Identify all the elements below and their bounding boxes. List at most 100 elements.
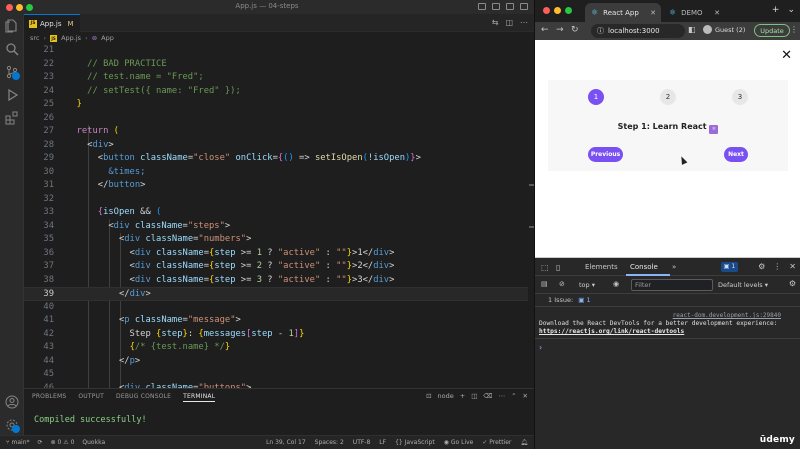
prettier-indicator[interactable]: ✓ Prettier [482, 439, 511, 446]
tab-search-icon[interactable]: ⌄ [787, 5, 795, 15]
code-line[interactable]: 21 [24, 44, 528, 58]
settings-gear-icon[interactable]: ⚙ [758, 262, 765, 271]
issues-bar[interactable]: 1 Issue: ▣ 1 [535, 294, 800, 307]
split-editor-icon[interactable]: ◫ [505, 18, 513, 27]
issues-chip[interactable]: ▣ 1 [578, 296, 590, 304]
code-line[interactable]: 30 &times; [24, 166, 528, 180]
more-options-icon[interactable]: ⋮ [773, 262, 781, 271]
tab-debug-console[interactable]: DEBUG CONSOLE [116, 393, 171, 402]
close-tab-icon[interactable]: ✕ [650, 9, 656, 17]
close-panel-icon[interactable]: ✕ [523, 392, 528, 400]
cursor-position[interactable]: Ln 39, Col 17 [266, 439, 306, 446]
previous-button[interactable]: Previous [588, 147, 623, 162]
next-button[interactable]: Next [724, 147, 748, 162]
breadcrumb-file[interactable]: App.js [61, 34, 81, 42]
run-debug-icon[interactable] [4, 87, 20, 103]
tab-output[interactable]: OUTPUT [78, 393, 104, 402]
breadcrumb-symbol[interactable]: App [101, 34, 114, 42]
sync-icon[interactable]: ⟳ [38, 439, 43, 446]
explorer-icon[interactable] [4, 18, 20, 34]
code-line[interactable]: 41 <p className="message"> [24, 314, 528, 328]
source-control-icon[interactable] [4, 64, 20, 80]
maximize-panel-icon[interactable]: ⌃ [511, 392, 516, 400]
new-terminal-icon[interactable]: + [460, 392, 465, 400]
more-actions-icon[interactable]: ⋯ [520, 18, 528, 27]
toggle-panel-icon[interactable] [492, 3, 500, 10]
close-window-button[interactable] [543, 7, 550, 14]
code-line[interactable]: 40 [24, 301, 528, 315]
minimize-window-button[interactable] [554, 7, 561, 14]
code-line[interactable]: 31 </button> [24, 179, 528, 193]
terminal-name[interactable]: node [438, 392, 454, 400]
more-menu-icon[interactable]: ⋮ [790, 25, 798, 34]
branch-indicator[interactable]: ⑂ main* [6, 439, 30, 446]
code-line[interactable]: 36 <div className={step >= 1 ? "active" … [24, 247, 528, 261]
breadcrumb-src[interactable]: src [30, 34, 40, 42]
console-filter-input[interactable]: Filter [631, 279, 713, 291]
side-panel-icon[interactable]: ◧ [688, 25, 696, 34]
tab-react-app[interactable]: ⚛ React App ✕ [585, 3, 661, 22]
toggle-sidebar-icon[interactable] [478, 3, 486, 10]
code-line[interactable]: 45 [24, 368, 528, 382]
code-line[interactable]: 25 } [24, 98, 528, 112]
reload-icon[interactable]: ↻ [571, 25, 579, 35]
split-terminal-icon[interactable]: ◫ [471, 392, 477, 400]
tab-problems[interactable]: PROBLEMS [32, 393, 66, 402]
notifications-icon[interactable]: 🔔︎ [520, 439, 528, 446]
close-devtools-icon[interactable]: ✕ [789, 262, 796, 271]
code-line[interactable]: 27 return ( [24, 125, 528, 139]
code-line[interactable]: 42 Step {step}: {messages[step - 1]} [24, 328, 528, 342]
tab-demo[interactable]: ⚛ DEMO ✕ [665, 3, 725, 22]
customize-layout-icon[interactable] [520, 3, 528, 10]
code-line[interactable]: 43 {/* {test.name} */} [24, 341, 528, 355]
trash-icon[interactable]: ⌫ [483, 392, 492, 400]
code-line[interactable]: 37 <div className={step >= 2 ? "active" … [24, 260, 528, 274]
tab-app-js[interactable]: JS App.js M [24, 14, 80, 32]
line-ending[interactable]: LF [379, 439, 386, 446]
indentation[interactable]: Spaces: 2 [315, 439, 344, 446]
address-bar[interactable]: ⓘ localhost:3000 [591, 24, 685, 38]
quokka-indicator[interactable]: Quokka [82, 439, 105, 446]
more-icon[interactable]: ⋯ [499, 392, 506, 400]
sidebar-toggle-icon[interactable]: ▤ [541, 280, 548, 288]
code-line[interactable]: 32 [24, 193, 528, 207]
search-icon[interactable] [4, 41, 20, 57]
tab-elements[interactable]: Elements [585, 263, 618, 271]
code-editor[interactable]: 21 22 // BAD PRACTICE 23 // test.name = "F… [24, 44, 528, 388]
clear-console-icon[interactable]: ⊘ [559, 280, 565, 288]
close-tab-icon[interactable]: ✕ [714, 9, 720, 17]
code-line[interactable]: 23 // test.name = "Fred"; [24, 71, 528, 85]
code-line[interactable]: 24 // setTest({ name: "Fred" }); [24, 85, 528, 99]
encoding[interactable]: UTF-8 [353, 439, 371, 446]
devtools-link[interactable]: https://reactjs.org/link/react-devtools [539, 328, 684, 335]
code-line[interactable]: 22 // BAD PRACTICE [24, 58, 528, 72]
code-line[interactable]: 28 <div> [24, 139, 528, 153]
code-line[interactable]: 39 </div> [24, 287, 528, 301]
code-line[interactable]: 26 [24, 112, 528, 126]
problems-indicator[interactable]: ⊗ 0 ⚠ 0 [51, 439, 75, 446]
site-info-icon[interactable]: ⓘ [597, 26, 604, 36]
code-line[interactable]: 35 <div className="numbers"> [24, 233, 528, 247]
log-source-link[interactable]: react-dom.development.js:29840 [673, 312, 781, 319]
account-icon[interactable] [4, 394, 20, 410]
language-mode[interactable]: {} JavaScript [395, 439, 435, 446]
tab-console[interactable]: Console [630, 263, 658, 271]
code-line[interactable]: 34 <div className="steps"> [24, 220, 528, 234]
context-selector[interactable]: top ▾ [579, 281, 595, 289]
manage-gear-icon[interactable] [4, 417, 20, 433]
close-button[interactable]: ✕ [781, 48, 792, 63]
new-tab-icon[interactable]: + [772, 5, 780, 15]
go-live-button[interactable]: ◉ Go Live [444, 439, 474, 446]
code-line[interactable]: 44 </p> [24, 355, 528, 369]
more-tabs-icon[interactable]: » [672, 263, 676, 271]
maximize-window-button[interactable] [565, 7, 572, 14]
forward-icon[interactable]: → [556, 25, 564, 35]
back-icon[interactable]: ← [541, 25, 549, 35]
log-levels-dropdown[interactable]: Default levels ▾ [718, 281, 768, 289]
extensions-icon[interactable] [4, 110, 20, 126]
code-line[interactable]: 29 <button className="close" onClick={()… [24, 152, 528, 166]
compare-changes-icon[interactable]: ⇆ [492, 18, 499, 27]
update-button[interactable]: Update [754, 24, 790, 37]
code-line[interactable]: 38 <div className={step >= 3 ? "active" … [24, 274, 528, 288]
issues-badge[interactable]: ▣ 1 [721, 262, 738, 272]
